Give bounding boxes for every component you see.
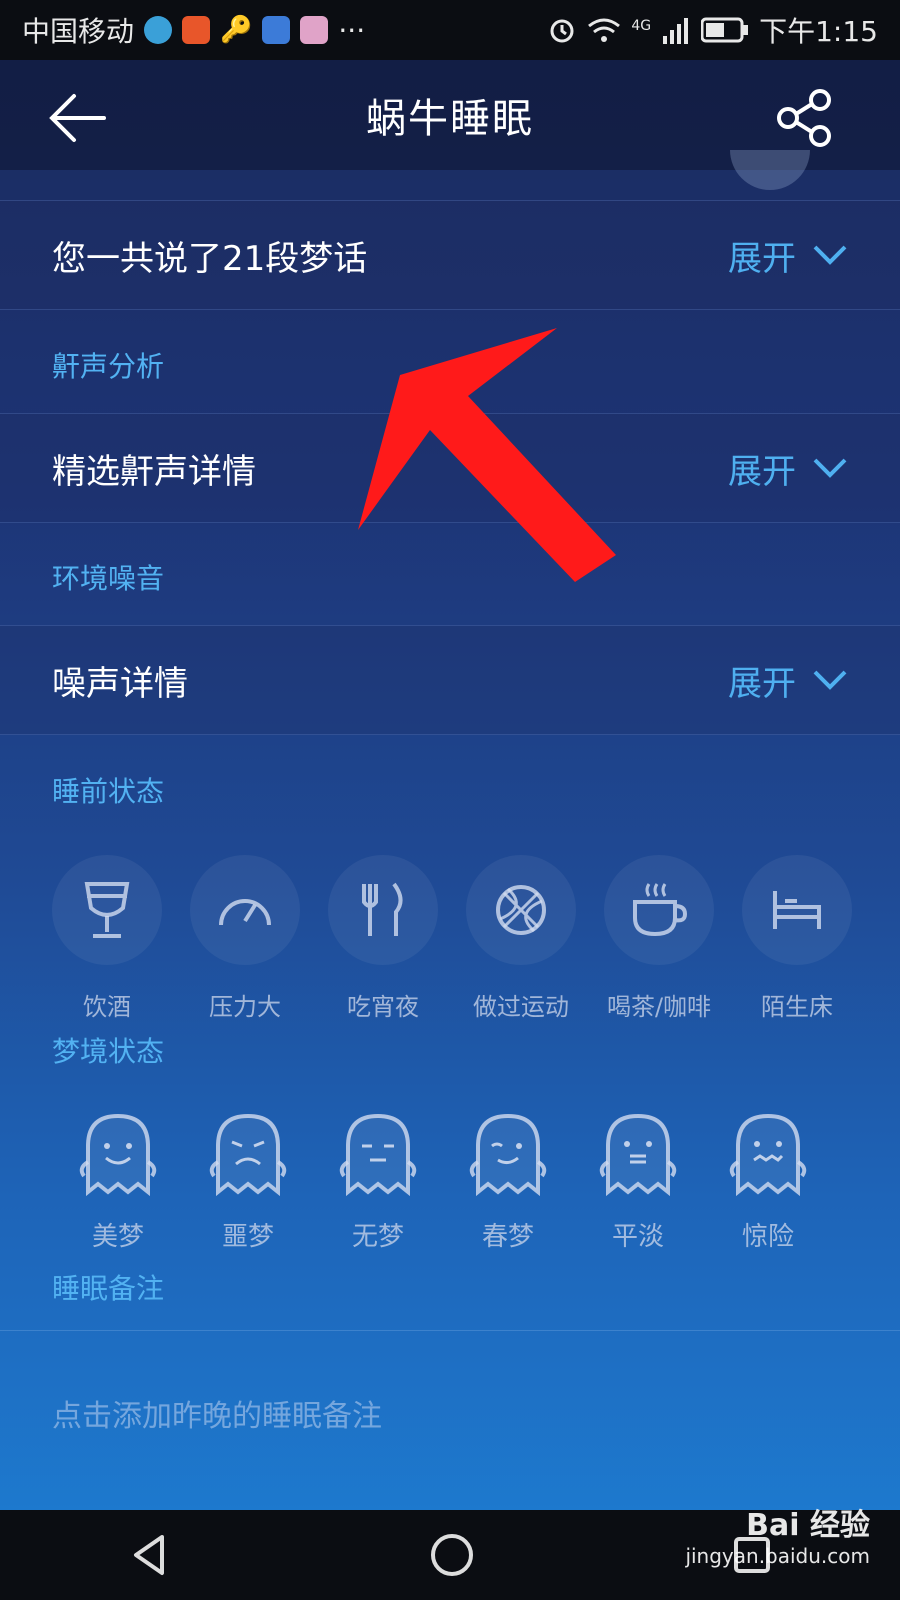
pre-sleep-label: 喝茶/咖啡	[606, 993, 712, 1021]
page-title: 蜗牛睡眠	[366, 96, 534, 142]
dream-label: 春梦	[481, 1222, 534, 1252]
dream-label: 平淡	[611, 1222, 664, 1252]
wine-glass-icon	[84, 882, 130, 938]
dream-label: 噩梦	[221, 1222, 274, 1252]
ghost-wink-icon	[469, 1113, 547, 1197]
pre-sleep-label: 做过运动	[473, 993, 569, 1021]
clock-label: 下午1:15	[759, 15, 878, 48]
pre-sleep-label: 压力大	[209, 993, 281, 1021]
status-bar: 中国移动 🔑 ··· 4G 下午1:15	[0, 0, 900, 60]
dream-talk-row[interactable]: 您一共说了21段梦话 展开	[0, 200, 900, 310]
dream-label: 无梦	[351, 1222, 404, 1252]
baidu-watermark: Bai 经验 jingyan.baidu.com	[685, 1500, 870, 1568]
dream-talk-label: 您一共说了21段梦话	[52, 238, 368, 279]
nav-home-icon[interactable]	[429, 1532, 475, 1578]
pre-sleep-item[interactable]: 饮酒	[52, 855, 162, 1022]
dream-label: 美梦	[91, 1222, 144, 1252]
ghost-sad-icon	[209, 1113, 287, 1197]
chevron-down-icon	[813, 245, 847, 265]
pre-sleep-item[interactable]: 压力大	[190, 855, 300, 1022]
network-type-label: 4G	[631, 18, 652, 34]
pre-sleep-item[interactable]: 吃宵夜	[328, 855, 438, 1022]
ghost-neutral-icon	[339, 1113, 417, 1197]
noise-detail-row[interactable]: 噪声详情 展开	[0, 625, 900, 735]
watermark-brand: Bai 经验	[746, 1508, 870, 1543]
share-icon[interactable]	[776, 88, 836, 148]
pre-sleep-label: 吃宵夜	[347, 993, 419, 1021]
battery-icon	[701, 17, 749, 43]
ghost-flat-icon	[599, 1113, 677, 1197]
noise-detail-label: 噪声详情	[52, 663, 188, 704]
pre-sleep-label: 陌生床	[761, 993, 833, 1021]
ghost-scared-icon	[729, 1113, 807, 1197]
dream-item[interactable]: 无梦	[334, 1110, 422, 1253]
video-app-icon	[182, 16, 211, 44]
avatar	[730, 150, 810, 190]
sleep-note-field[interactable]: 点击添加昨晚的睡眠备注	[0, 1330, 900, 1511]
bed-icon	[773, 891, 821, 929]
sleep-note-placeholder: 点击添加昨晚的睡眠备注	[52, 1399, 382, 1434]
section-environment-noise: 环境噪音	[52, 562, 165, 595]
section-sleep-note: 睡眠备注	[52, 1272, 165, 1305]
watermark-url: jingyan.baidu.com	[685, 1544, 870, 1568]
noise-detail-expand-button[interactable]: 展开	[728, 656, 848, 705]
dream-item[interactable]: 惊险	[724, 1110, 812, 1253]
dream-item[interactable]: 噩梦	[204, 1110, 292, 1253]
basketball-icon	[496, 885, 546, 935]
gauge-icon	[219, 899, 271, 926]
more-notifications-icon: ···	[338, 13, 366, 47]
expand-label: 展开	[728, 451, 796, 492]
fork-knife-icon	[362, 882, 403, 936]
dream-item[interactable]: 美梦	[74, 1110, 162, 1253]
signal-icon	[663, 18, 689, 44]
expand-label: 展开	[728, 663, 796, 704]
carrier-label: 中国移动	[22, 15, 135, 48]
pre-sleep-item[interactable]: 喝茶/咖啡	[604, 855, 714, 1022]
dream-talk-expand-button[interactable]: 展开	[728, 231, 848, 280]
dream-item[interactable]: 春梦	[464, 1110, 552, 1253]
section-snore-analysis: 鼾声分析	[52, 350, 165, 383]
photo-app-icon	[300, 16, 329, 44]
section-dream-state: 梦境状态	[52, 1035, 165, 1068]
message-app-icon	[144, 16, 173, 44]
coffee-cup-icon	[633, 883, 688, 937]
expand-label: 展开	[728, 238, 796, 279]
back-arrow-icon[interactable]	[48, 88, 108, 148]
section-pre-sleep-state: 睡前状态	[52, 775, 165, 808]
pre-sleep-label: 饮酒	[83, 993, 131, 1021]
chevron-down-icon	[813, 670, 847, 690]
ghost-happy-icon	[79, 1113, 157, 1197]
snore-detail-label: 精选鼾声详情	[52, 451, 256, 492]
alarm-icon	[550, 19, 574, 43]
card-app-icon	[262, 16, 291, 44]
pre-sleep-item[interactable]: 陌生床	[742, 855, 852, 1022]
chevron-down-icon	[813, 458, 847, 478]
nav-back-icon[interactable]	[128, 1533, 172, 1577]
pre-sleep-item[interactable]: 做过运动	[466, 855, 576, 1022]
snore-detail-expand-button[interactable]: 展开	[728, 444, 848, 493]
dream-label: 惊险	[741, 1222, 794, 1252]
dream-item[interactable]: 平淡	[594, 1110, 682, 1253]
snore-detail-row[interactable]: 精选鼾声详情 展开	[0, 413, 900, 523]
key-icon: 🔑	[220, 15, 253, 45]
wifi-icon	[588, 18, 621, 42]
